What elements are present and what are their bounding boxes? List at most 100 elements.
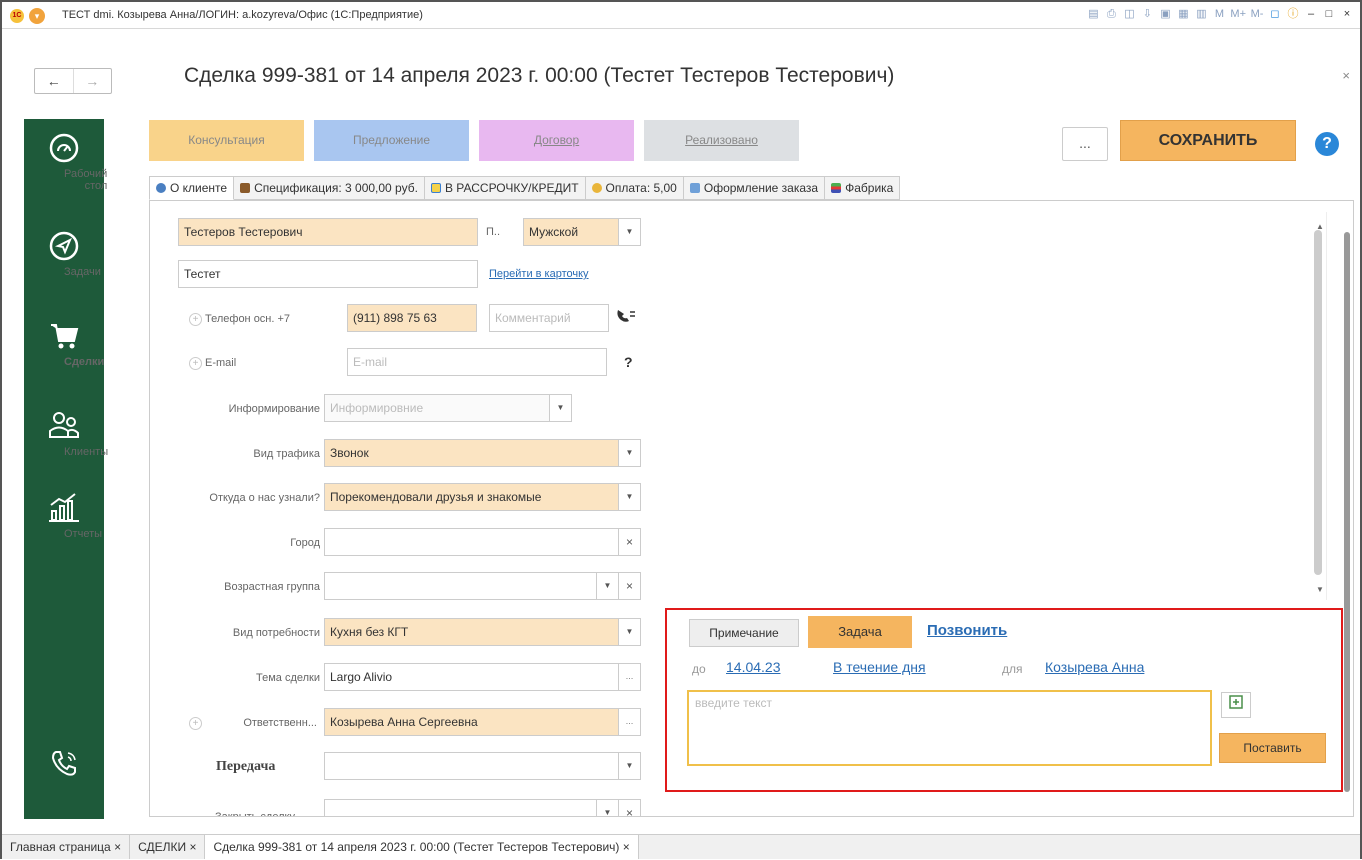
- task-assignee-link[interactable]: Козырева Анна: [1045, 659, 1144, 675]
- person-icon: [156, 183, 166, 193]
- phone-field[interactable]: (911) 898 75 63: [347, 304, 477, 332]
- more-button[interactable]: ...: [1062, 127, 1108, 161]
- inform-select[interactable]: Информировние ▼: [324, 394, 572, 422]
- task-text-input[interactable]: введите текст: [687, 690, 1212, 766]
- need-select[interactable]: Кухня без КГТ ▼: [324, 618, 641, 646]
- city-field[interactable]: ×: [324, 528, 641, 556]
- goto-card-link[interactable]: Перейти в карточку: [489, 268, 589, 280]
- select-dots-icon[interactable]: …: [618, 664, 640, 690]
- tab-credit[interactable]: В РАССРОЧКУ/КРЕДИТ: [424, 176, 586, 200]
- info-icon[interactable]: ⓘ: [1286, 6, 1300, 22]
- set-task-button[interactable]: Поставить: [1219, 733, 1326, 763]
- for-label: для: [1002, 662, 1023, 676]
- tab-factory[interactable]: Фабрика: [825, 176, 901, 200]
- close-deal-select[interactable]: ▼ ×: [324, 799, 641, 816]
- attach-icon[interactable]: ⇩: [1140, 6, 1154, 22]
- email-field[interactable]: E-mail: [347, 348, 607, 376]
- clear-icon[interactable]: ×: [618, 800, 640, 816]
- email-label: E-mail: [205, 357, 237, 369]
- help-icon[interactable]: ?: [1315, 132, 1339, 156]
- main-menu-button[interactable]: ▾: [29, 8, 45, 24]
- app-logo-icon: 1С: [10, 9, 24, 23]
- sidebar-item-deals[interactable]: Сделки: [24, 319, 104, 368]
- calendar-icon[interactable]: ▥: [1194, 6, 1208, 22]
- age-label: Возрастная группа: [224, 581, 320, 593]
- chevron-down-icon[interactable]: ▼: [596, 800, 618, 816]
- task-period-link[interactable]: В течение дня: [833, 659, 926, 675]
- chevron-down-icon[interactable]: ▼: [549, 395, 571, 421]
- tab-payment[interactable]: Оплата: 5,00: [585, 176, 684, 200]
- save-button[interactable]: СОХРАНИТЬ: [1120, 120, 1296, 161]
- sidebar-item-clients[interactable]: Клиенты: [24, 409, 108, 458]
- sidebar-phone[interactable]: [24, 747, 104, 784]
- calc-icon[interactable]: ▦: [1176, 6, 1190, 22]
- window-tab-deal[interactable]: Сделка 999-381 от 14 апреля 2023 г. 00:0…: [205, 835, 639, 859]
- close-tab-icon[interactable]: ×: [189, 840, 196, 854]
- form-scrollbar[interactable]: [1344, 232, 1350, 792]
- sidebar-item-desktop[interactable]: Рабочий стол: [24, 131, 107, 192]
- print-icon[interactable]: ⎙: [1104, 6, 1118, 22]
- chevron-down-icon[interactable]: ▼: [618, 619, 640, 645]
- gender-select[interactable]: Мужской ▼: [523, 218, 641, 246]
- minimize-icon[interactable]: –: [1304, 6, 1318, 22]
- chevron-down-icon[interactable]: ▼: [618, 484, 640, 510]
- responsible-field[interactable]: Козырева Анна Сергеевна…: [324, 708, 641, 736]
- first-name-field[interactable]: Тестет: [178, 260, 478, 288]
- task-date-link[interactable]: 14.04.23: [726, 659, 781, 675]
- send-icon: [49, 231, 79, 261]
- forward-arrow-icon[interactable]: →: [72, 69, 112, 93]
- topic-field[interactable]: Largo Alivio…: [324, 663, 641, 691]
- age-select[interactable]: ▼ ×: [324, 572, 641, 600]
- sidebar-item-reports[interactable]: Отчеты: [24, 491, 104, 540]
- phone-comment-field[interactable]: Комментарий: [489, 304, 609, 332]
- call-link[interactable]: Позвонить: [927, 622, 1007, 639]
- stage-offer[interactable]: Предложение: [314, 120, 469, 161]
- maximize-icon[interactable]: □: [1322, 6, 1336, 22]
- select-dots-icon[interactable]: …: [618, 709, 640, 735]
- lock-icon[interactable]: ▣: [1158, 6, 1172, 22]
- add-responsible-icon[interactable]: +: [189, 717, 202, 730]
- stage-done[interactable]: Реализовано: [644, 120, 799, 161]
- traffic-select[interactable]: Звонок ▼: [324, 439, 641, 467]
- mplus-icon[interactable]: M+: [1230, 6, 1246, 22]
- call-icon[interactable]: [615, 308, 637, 326]
- m-icon[interactable]: M: [1212, 6, 1226, 22]
- add-email-icon[interactable]: +: [189, 357, 202, 370]
- add-phone-icon[interactable]: +: [189, 313, 202, 326]
- close-icon[interactable]: ×: [1340, 6, 1354, 22]
- chevron-down-icon[interactable]: ▼: [618, 753, 640, 779]
- note-button[interactable]: Примечание: [689, 619, 799, 647]
- source-select[interactable]: Порекомендовали друзья и знакомые ▼: [324, 483, 641, 511]
- chevron-down-icon[interactable]: ▼: [618, 219, 640, 245]
- comments-scrollbar[interactable]: [1314, 230, 1322, 575]
- stage-consultation[interactable]: Консультация: [149, 120, 304, 161]
- window-icon[interactable]: ◻: [1268, 6, 1282, 22]
- template-icon[interactable]: [1221, 692, 1251, 718]
- window-tab-home[interactable]: Главная страница ×: [2, 835, 131, 859]
- mminus-icon[interactable]: M-: [1250, 6, 1264, 22]
- tab-specification[interactable]: Спецификация: 3 000,00 руб.: [234, 176, 425, 200]
- scroll-down-icon[interactable]: ▼: [1316, 585, 1324, 594]
- preview-icon[interactable]: ◫: [1122, 6, 1136, 22]
- tab-about-client[interactable]: О клиенте: [149, 176, 235, 200]
- chevron-down-icon[interactable]: ▼: [596, 573, 618, 599]
- task-button[interactable]: Задача: [808, 616, 912, 648]
- back-arrow-icon[interactable]: ←: [35, 69, 73, 93]
- full-name-field[interactable]: Тестеров Тестерович: [178, 218, 478, 246]
- tab-order[interactable]: Оформление заказа: [683, 176, 826, 200]
- topic-label: Тема сделки: [255, 672, 320, 684]
- save-icon[interactable]: ▤: [1086, 6, 1100, 22]
- window-tab-deals[interactable]: СДЕЛКИ ×: [130, 835, 206, 859]
- inform-label: Информирование: [228, 403, 320, 415]
- clear-icon[interactable]: ×: [618, 529, 640, 555]
- email-help-icon[interactable]: ?: [624, 354, 633, 370]
- city-label: Город: [290, 537, 320, 549]
- transfer-select[interactable]: ▼: [324, 752, 641, 780]
- clear-icon[interactable]: ×: [618, 573, 640, 599]
- sidebar-item-tasks[interactable]: Задачи: [24, 229, 104, 278]
- close-tab-icon[interactable]: ×: [623, 840, 630, 854]
- chevron-down-icon[interactable]: ▼: [618, 440, 640, 466]
- close-tab-icon[interactable]: ×: [114, 840, 121, 854]
- close-form-icon[interactable]: ×: [1342, 68, 1350, 83]
- stage-contract[interactable]: Договор: [479, 120, 634, 161]
